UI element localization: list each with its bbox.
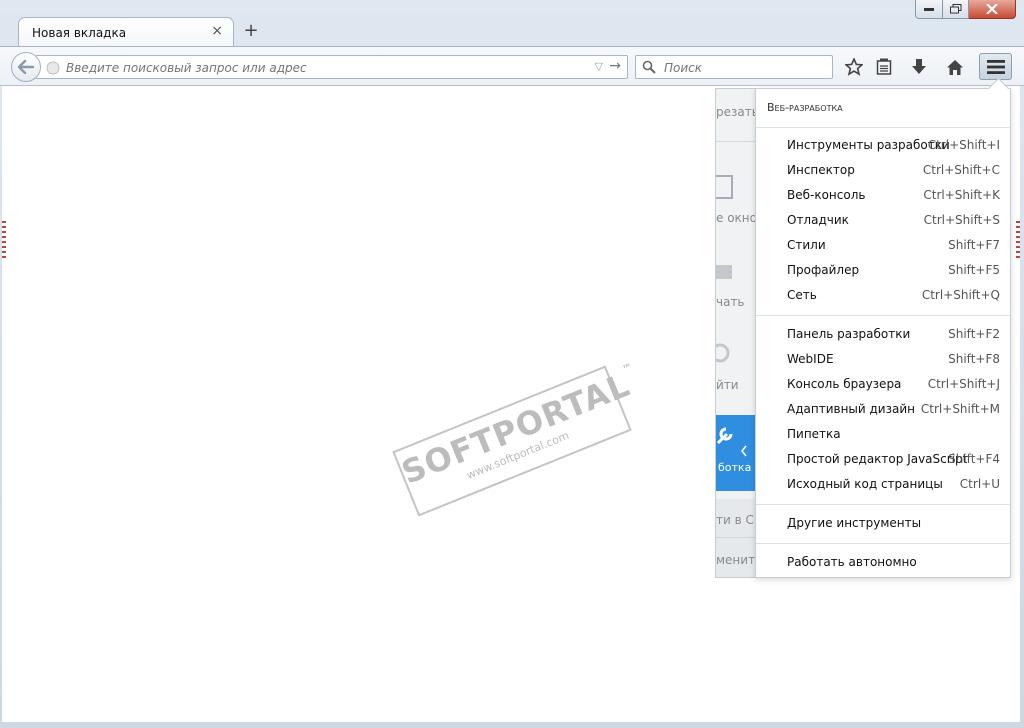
menu-item-label: Инструменты разработки xyxy=(787,138,950,152)
downloads-button[interactable] xyxy=(908,56,930,78)
browser-window: Новая вкладка × + ▽ → xyxy=(0,0,1024,728)
wrench-icon xyxy=(716,427,733,445)
navigation-toolbar: ▽ → xyxy=(0,46,1024,86)
new-tab-button[interactable]: + xyxy=(242,20,260,41)
menu-item-label: Другие инструменты xyxy=(787,516,922,530)
left-edge-decoration xyxy=(2,221,6,259)
print-icon xyxy=(716,265,732,279)
menu-item-label: Простой редактор JavaScript xyxy=(787,452,968,466)
menu-item-shortcut: Shift+F2 xyxy=(948,327,1000,341)
menu-item-network[interactable]: Сеть Ctrl+Shift+Q xyxy=(756,285,1010,307)
softportal-watermark: SOFTPORTAL™ www.softportal.com xyxy=(392,362,635,517)
menu-item-shortcut: Ctrl+Shift+C xyxy=(922,163,1000,177)
menu-item-shortcut: Ctrl+Shift+M xyxy=(920,402,1000,416)
menu-item-shortcut: Shift+F7 xyxy=(948,238,1000,252)
home-icon xyxy=(947,59,963,75)
home-button[interactable] xyxy=(944,56,966,78)
minimize-icon xyxy=(924,8,934,11)
star-icon xyxy=(845,58,863,76)
download-icon xyxy=(912,59,926,74)
menu-item-label: Стили xyxy=(787,238,826,252)
menu-item-label: Инспектор xyxy=(787,163,855,177)
maximize-button[interactable] xyxy=(943,0,969,19)
menu-item-web-console[interactable]: Веб-консоль Ctrl+Shift+K xyxy=(756,185,1010,207)
panel-developer-fragment: ботка xyxy=(718,461,752,474)
menu-item-shortcut: Ctrl+Shift+Q xyxy=(921,288,1000,302)
restore-icon xyxy=(949,4,961,14)
menu-item-label: Консоль браузера xyxy=(787,377,902,391)
bookmarks-menu-button[interactable] xyxy=(873,56,895,78)
menu-item-shortcut: Shift+F8 xyxy=(948,352,1000,366)
url-input[interactable] xyxy=(64,58,588,78)
menu-item-label: Панель разработки xyxy=(787,327,911,341)
reading-list-icon xyxy=(876,58,892,75)
menu-item-shortcut: Shift+F5 xyxy=(948,263,1000,277)
menu-item-label: WebIDE xyxy=(787,352,834,366)
menu-item-scratchpad[interactable]: Простой редактор JavaScript Shift+F4 xyxy=(756,449,1010,471)
menu-item-developer-toolbar[interactable]: Панель разработки Shift+F2 xyxy=(756,324,1010,346)
menu-item-shortcut: Ctrl+Shift+J xyxy=(927,377,1000,391)
menu-item-shortcut: Ctrl+Shift+S xyxy=(923,213,1000,227)
menu-separator xyxy=(756,127,1010,128)
menu-item-label: Пипетка xyxy=(787,427,841,441)
menu-item-shortcut: Ctrl+U xyxy=(959,477,1000,491)
menu-item-webide[interactable]: WebIDE Shift+F8 xyxy=(756,349,1010,371)
minimize-button[interactable] xyxy=(915,0,943,19)
search-icon xyxy=(642,60,656,74)
menu-icon xyxy=(986,59,1005,74)
menu-separator xyxy=(756,315,1010,316)
chevron-left-icon xyxy=(740,445,747,457)
menu-item-page-source[interactable]: Исходный код страницы Ctrl+U xyxy=(756,474,1010,496)
menu-item-profiler[interactable]: Профайлер Shift+F5 xyxy=(756,260,1010,282)
menu-item-shortcut: Ctrl+Shift+I xyxy=(927,138,1000,152)
menu-item-debugger[interactable]: Отладчик Ctrl+Shift+S xyxy=(756,210,1010,232)
search-input[interactable] xyxy=(662,58,831,78)
menu-item-work-offline[interactable]: Работать автономно xyxy=(756,552,1010,574)
globe-icon xyxy=(46,61,60,75)
menu-item-style-editor[interactable]: Стили Shift+F7 xyxy=(756,235,1010,257)
web-developer-submenu: Веб-разработка Инструменты разработки Ctr… xyxy=(755,77,1011,578)
window-controls xyxy=(915,0,1016,19)
submenu-header: Веб-разработка xyxy=(767,101,843,114)
new-window-icon xyxy=(716,175,733,199)
menu-item-devtools[interactable]: Инструменты разработки Ctrl+Shift+I xyxy=(756,135,1010,157)
go-arrow-icon[interactable]: → xyxy=(609,58,621,74)
find-icon xyxy=(716,343,730,363)
menu-item-shortcut: Shift+F4 xyxy=(948,452,1000,466)
menu-item-label: Исходный код страницы xyxy=(787,477,943,491)
menu-item-other-tools[interactable]: Другие инструменты xyxy=(756,513,1010,535)
history-dropdown-icon[interactable]: ▽ xyxy=(595,60,603,73)
bookmark-star-button[interactable] xyxy=(843,56,865,78)
tab-close-icon[interactable]: × xyxy=(211,23,223,39)
back-button[interactable] xyxy=(11,52,41,82)
menu-separator xyxy=(756,504,1010,505)
menu-item-label: Отладчик xyxy=(787,213,849,227)
menu-item-browser-console[interactable]: Консоль браузера Ctrl+Shift+J xyxy=(756,374,1010,396)
menu-separator xyxy=(756,543,1010,544)
menu-item-label: Профайлер xyxy=(787,263,860,277)
tab-title: Новая вкладка xyxy=(32,26,127,40)
menu-item-label: Работать автономно xyxy=(787,555,917,569)
menu-item-eyedropper[interactable]: Пипетка xyxy=(756,424,1010,446)
back-arrow-icon xyxy=(18,60,34,74)
tab-new-tab[interactable]: Новая вкладка × xyxy=(18,17,234,47)
close-icon xyxy=(986,4,998,14)
menu-item-label: Веб-консоль xyxy=(787,188,866,202)
right-edge-decoration xyxy=(1016,221,1020,259)
close-window-button[interactable] xyxy=(969,0,1016,19)
menu-item-label: Адаптивный дизайн xyxy=(787,402,915,416)
menu-item-inspector[interactable]: Инспектор Ctrl+Shift+C xyxy=(756,160,1010,182)
search-box[interactable] xyxy=(635,55,833,79)
menu-item-label: Сеть xyxy=(787,288,817,302)
url-bar[interactable]: ▽ → xyxy=(36,55,628,79)
menu-item-responsive-design[interactable]: Адаптивный дизайн Ctrl+Shift+M xyxy=(756,399,1010,421)
open-menu-button[interactable] xyxy=(979,53,1012,80)
menu-item-shortcut: Ctrl+Shift+K xyxy=(923,188,1000,202)
